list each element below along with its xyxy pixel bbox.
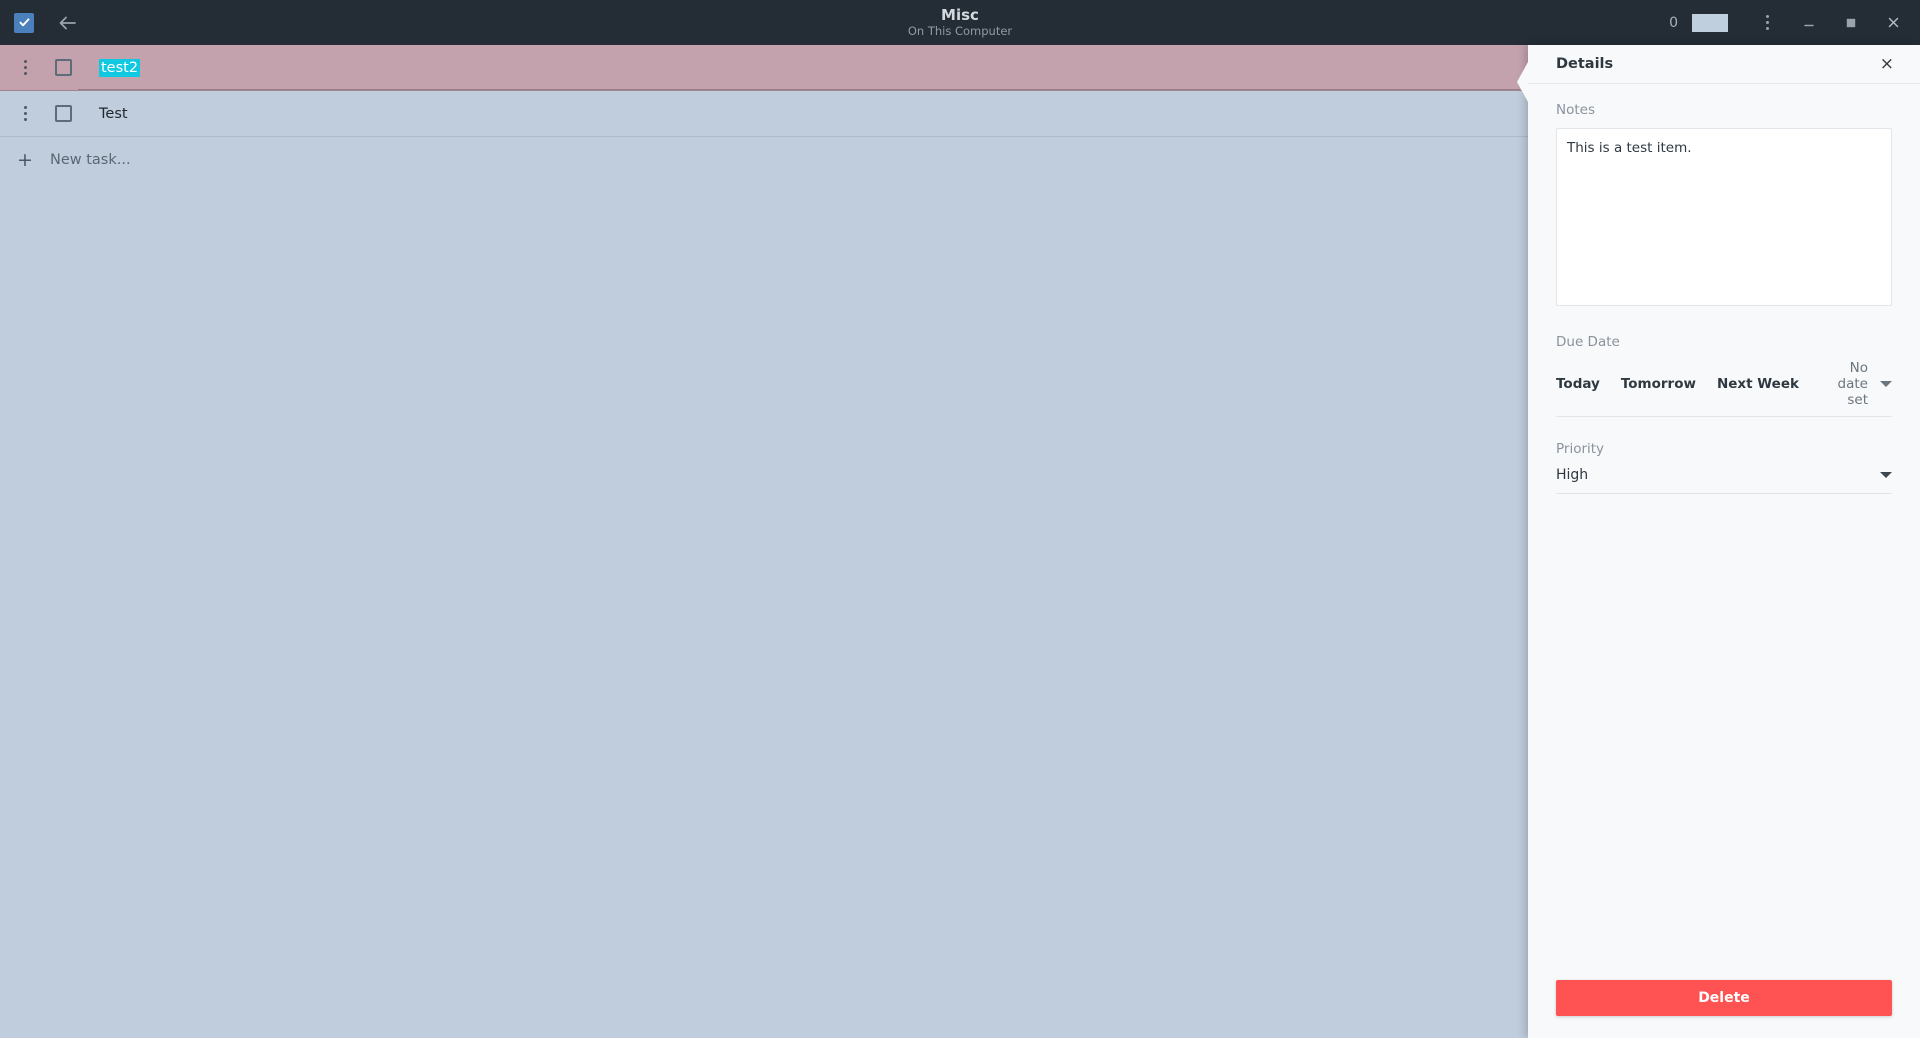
page-subtitle: On This Computer <box>907 24 1013 38</box>
priority-section: Priority High <box>1556 441 1892 494</box>
maximize-icon <box>1846 18 1856 27</box>
arrow-left-icon <box>59 16 76 29</box>
task-title-label: Test <box>99 105 128 122</box>
titlebar-left-group <box>0 10 80 36</box>
due-date-next-week-button[interactable]: Next Week <box>1717 376 1799 392</box>
panel-pointer-notch <box>1517 62 1528 102</box>
details-body: Notes Due Date Today Tomorrow Next Week … <box>1528 84 1920 980</box>
drag-handle-icon[interactable] <box>12 55 38 81</box>
task-checkbox[interactable] <box>55 105 72 122</box>
page-title: Misc <box>941 6 979 24</box>
back-button[interactable] <box>54 10 80 36</box>
maximize-button[interactable] <box>1830 0 1872 45</box>
new-task-row[interactable]: + New task... <box>0 137 1528 183</box>
edit-field-underline <box>78 89 1520 90</box>
titlebar: Misc On This Computer 0 <box>0 0 1920 45</box>
chevron-down-icon[interactable] <box>1880 472 1892 478</box>
priority-select[interactable]: High <box>1556 467 1892 494</box>
menu-button[interactable] <box>1746 0 1788 45</box>
details-header: Details × <box>1528 45 1920 84</box>
table-row[interactable]: Test <box>0 91 1528 137</box>
close-button[interactable] <box>1872 0 1914 45</box>
progress-indicator <box>1692 13 1728 32</box>
details-footer: Delete <box>1528 980 1920 1038</box>
task-checkbox[interactable] <box>55 59 72 76</box>
due-date-today-button[interactable]: Today <box>1556 376 1600 392</box>
titlebar-right-group: 0 <box>1655 0 1920 45</box>
close-details-icon[interactable]: × <box>1876 52 1898 77</box>
delete-button[interactable]: Delete <box>1556 980 1892 1016</box>
checkbox-check-icon <box>14 12 34 33</box>
details-panel: Details × Notes Due Date Today Tomorrow … <box>1517 45 1920 1038</box>
close-icon <box>1888 17 1898 28</box>
priority-value: High <box>1556 467 1589 483</box>
chevron-down-icon[interactable] <box>1880 381 1892 387</box>
task-count: 0 <box>1669 14 1678 31</box>
due-date-label: Due Date <box>1556 334 1620 350</box>
minimize-icon <box>1804 24 1814 26</box>
table-row[interactable]: test2 <box>0 45 1528 91</box>
titlebar-title-group: Misc On This Computer <box>0 0 1920 45</box>
minimize-button[interactable] <box>1788 0 1830 45</box>
priority-label: Priority <box>1556 441 1605 457</box>
due-date-section: Due Date Today Tomorrow Next Week No dat… <box>1556 334 1892 417</box>
notes-label: Notes <box>1556 102 1595 118</box>
details-heading: Details <box>1556 56 1614 72</box>
new-task-input[interactable]: New task... <box>50 152 131 168</box>
drag-handle-icon[interactable] <box>12 101 38 127</box>
app-window: Misc On This Computer 0 test2 Test + New… <box>0 0 1920 1038</box>
task-title-input[interactable]: test2 <box>99 58 141 77</box>
kebab-menu-icon <box>1765 15 1769 30</box>
task-list: test2 Test + New task... <box>0 45 1528 1038</box>
due-date-value[interactable]: No date set <box>1823 360 1868 408</box>
plus-icon: + <box>17 148 33 171</box>
due-date-controls: Today Tomorrow Next Week No date set <box>1556 360 1892 417</box>
notes-textarea[interactable] <box>1556 128 1892 306</box>
due-date-tomorrow-button[interactable]: Tomorrow <box>1621 376 1696 392</box>
